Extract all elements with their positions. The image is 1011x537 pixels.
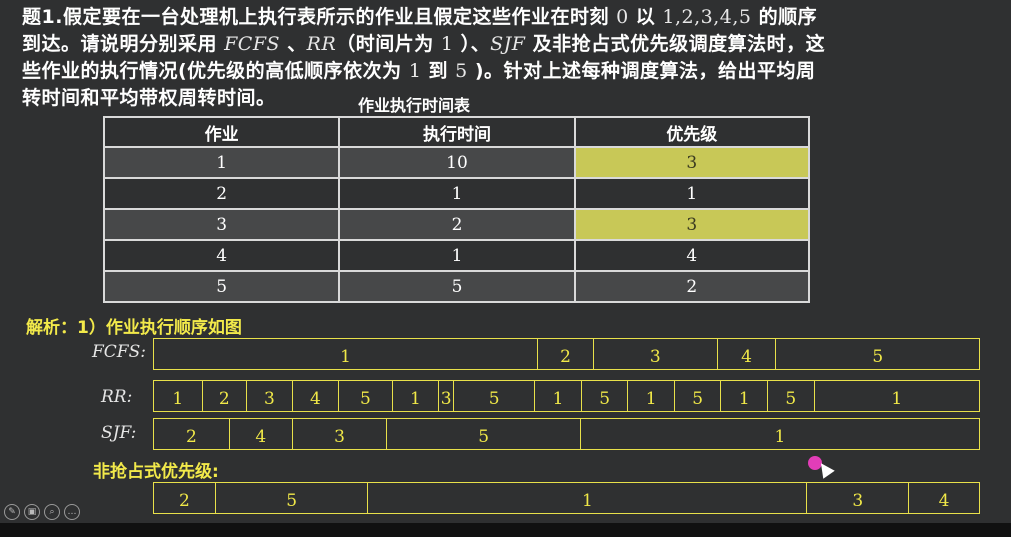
question-line-1: 题1.假定要在一台处理机上执行表所示的作业且假定这些作业在时刻 0 以 1,2,…: [22, 4, 817, 31]
question-text-span: 1: [440, 33, 454, 55]
job-table: 作业 执行时间 优先级 1 10 3 2 1 1 3 2 3 4 1 4 5 5…: [102, 116, 811, 303]
rr-gantt-segment: 1: [721, 381, 769, 411]
np-gantt-segment: 4: [938, 491, 950, 511]
rr-gantt-segment: 4: [293, 381, 340, 411]
rr-gantt-segment: 1: [535, 381, 582, 411]
question-text-span: 以: [628, 6, 663, 28]
question-text-span: ）、: [453, 33, 491, 55]
question-text-span: 的顺序: [751, 6, 818, 28]
fcfs-gantt-segment: 2: [538, 339, 594, 369]
table-row: 1 10 3: [102, 146, 811, 179]
cell-job: 5: [102, 270, 341, 303]
header-priority: 优先级: [573, 116, 811, 148]
cell-job: 4: [102, 239, 341, 272]
cell-priority: 2: [573, 270, 811, 303]
rr-gantt-segment: 5: [339, 381, 393, 411]
cell-job: 3: [102, 208, 341, 241]
table-header-row: 作业 执行时间 优先级: [102, 116, 811, 148]
zoom-icon[interactable]: ⌕: [44, 504, 60, 520]
pen-icon[interactable]: ✎: [4, 504, 20, 520]
table-row: 5 5 2: [102, 270, 811, 303]
header-job: 作业: [102, 116, 341, 148]
cell-job: 1: [102, 146, 341, 179]
cell-exec-time: 5: [338, 270, 576, 303]
analysis-title: 解析：1）作业执行顺序如图: [26, 318, 242, 338]
sjf-gantt-segment: 2: [154, 419, 230, 449]
copy-icon[interactable]: ▣: [24, 504, 40, 520]
table-row: 2 1 1: [102, 177, 811, 210]
rr-gantt-segment: 5: [675, 381, 722, 411]
question-text-span: FCFS: [224, 33, 281, 55]
rr-gantt-segment: 3: [439, 381, 455, 411]
np-gantt-segment: 3: [807, 483, 910, 513]
rr-gantt-segment: 5: [454, 381, 536, 411]
sjf-label: SJF:: [101, 423, 137, 443]
header-exec-time: 执行时间: [338, 116, 576, 148]
sjf-gantt-segment: 3: [293, 419, 388, 449]
rr-gantt-segment: 1: [628, 381, 675, 411]
cell-exec-time: 2: [338, 208, 576, 241]
rr-gantt-segment: 1: [891, 389, 903, 409]
question-text-span: RR: [306, 33, 337, 55]
rr-gantt-segment: 3: [247, 381, 293, 411]
question-text-span: 转时间和平均带权周转时间。: [22, 87, 276, 109]
table-row: 3 2 3: [102, 208, 811, 241]
rr-gantt-segment: 1: [393, 381, 440, 411]
cell-exec-time: 10: [338, 146, 576, 179]
table-caption: 作业执行时间表: [358, 96, 471, 115]
cell-exec-time: 1: [338, 177, 576, 210]
rr-gantt-segment: 1: [154, 381, 203, 411]
rr-gantt-segment: 5: [768, 381, 815, 411]
player-bottom-bar: [0, 523, 1011, 537]
presentation-toolbar: ✎ ▣ ⌕ …: [4, 504, 80, 520]
fcfs-gantt-segment: 4: [718, 339, 777, 369]
priority-gantt-chart: 2513 4: [153, 482, 980, 514]
question-text-span: 5: [455, 60, 468, 82]
question-line-4: 转时间和平均带权周转时间。: [22, 85, 276, 112]
question-text-span: SJF: [490, 33, 526, 55]
question-text-span: )。针对上述每种调度算法，给出平均周: [467, 60, 816, 82]
question-text-span: 题1.假定要在一台处理机上执行表所示的作业且假定这些作业在时刻: [22, 6, 617, 28]
question-text-span: 1: [408, 60, 422, 82]
np-gantt-segment: 1: [368, 483, 808, 513]
fcfs-label: FCFS:: [92, 342, 146, 362]
more-icon[interactable]: …: [64, 504, 80, 520]
question-text-span: 及非抢占式优先级调度算法时，这: [525, 33, 826, 55]
question-text-span: 些作业的执行情况(优先级的高低顺序依次为: [22, 60, 409, 82]
sjf-gantt-segment: 5: [387, 419, 581, 449]
question-line-2: 到达。请说明分别采用 FCFS 、RR（时间片为 1 ）、SJF 及非抢占式优先…: [22, 31, 825, 58]
question-text-span: （时间片为: [336, 33, 441, 55]
np-gantt-segment: 5: [216, 483, 369, 513]
question-text-span: 到: [421, 60, 456, 82]
sjf-gantt-chart: 2435 1: [153, 418, 980, 450]
cell-exec-time: 1: [338, 239, 576, 272]
fcfs-gantt-segment: 3: [594, 339, 718, 369]
cell-job: 2: [102, 177, 341, 210]
fcfs-gantt-chart: 1234 5: [153, 338, 980, 370]
rr-gantt-chart: 123451351515151: [153, 380, 980, 412]
fcfs-gantt-segment: 5: [872, 347, 884, 367]
table-row: 4 1 4: [102, 239, 811, 272]
question-text-span: 、: [280, 33, 307, 55]
non-preemptive-priority-label: 非抢占式优先级:: [93, 462, 219, 482]
rr-gantt-segment: 2: [203, 381, 248, 411]
np-gantt-segment: 2: [154, 483, 216, 513]
sjf-gantt-segment: 1: [774, 427, 786, 447]
question-text-span: 1,2,3,4,5: [662, 6, 752, 28]
cell-priority: 1: [573, 177, 811, 210]
cell-priority: 3: [573, 208, 811, 241]
question-text-span: 到达。请说明分别采用: [22, 33, 225, 55]
question-line-3: 些作业的执行情况(优先级的高低顺序依次为 1 到 5 )。针对上述每种调度算法，…: [22, 58, 816, 85]
cell-priority: 3: [573, 146, 811, 179]
cell-priority: 4: [573, 239, 811, 272]
rr-label: RR:: [101, 387, 133, 407]
rr-gantt-segment: 5: [582, 381, 629, 411]
fcfs-gantt-segment: 1: [154, 339, 539, 369]
question-text-span: 0: [616, 6, 629, 28]
sjf-gantt-segment: 4: [230, 419, 293, 449]
